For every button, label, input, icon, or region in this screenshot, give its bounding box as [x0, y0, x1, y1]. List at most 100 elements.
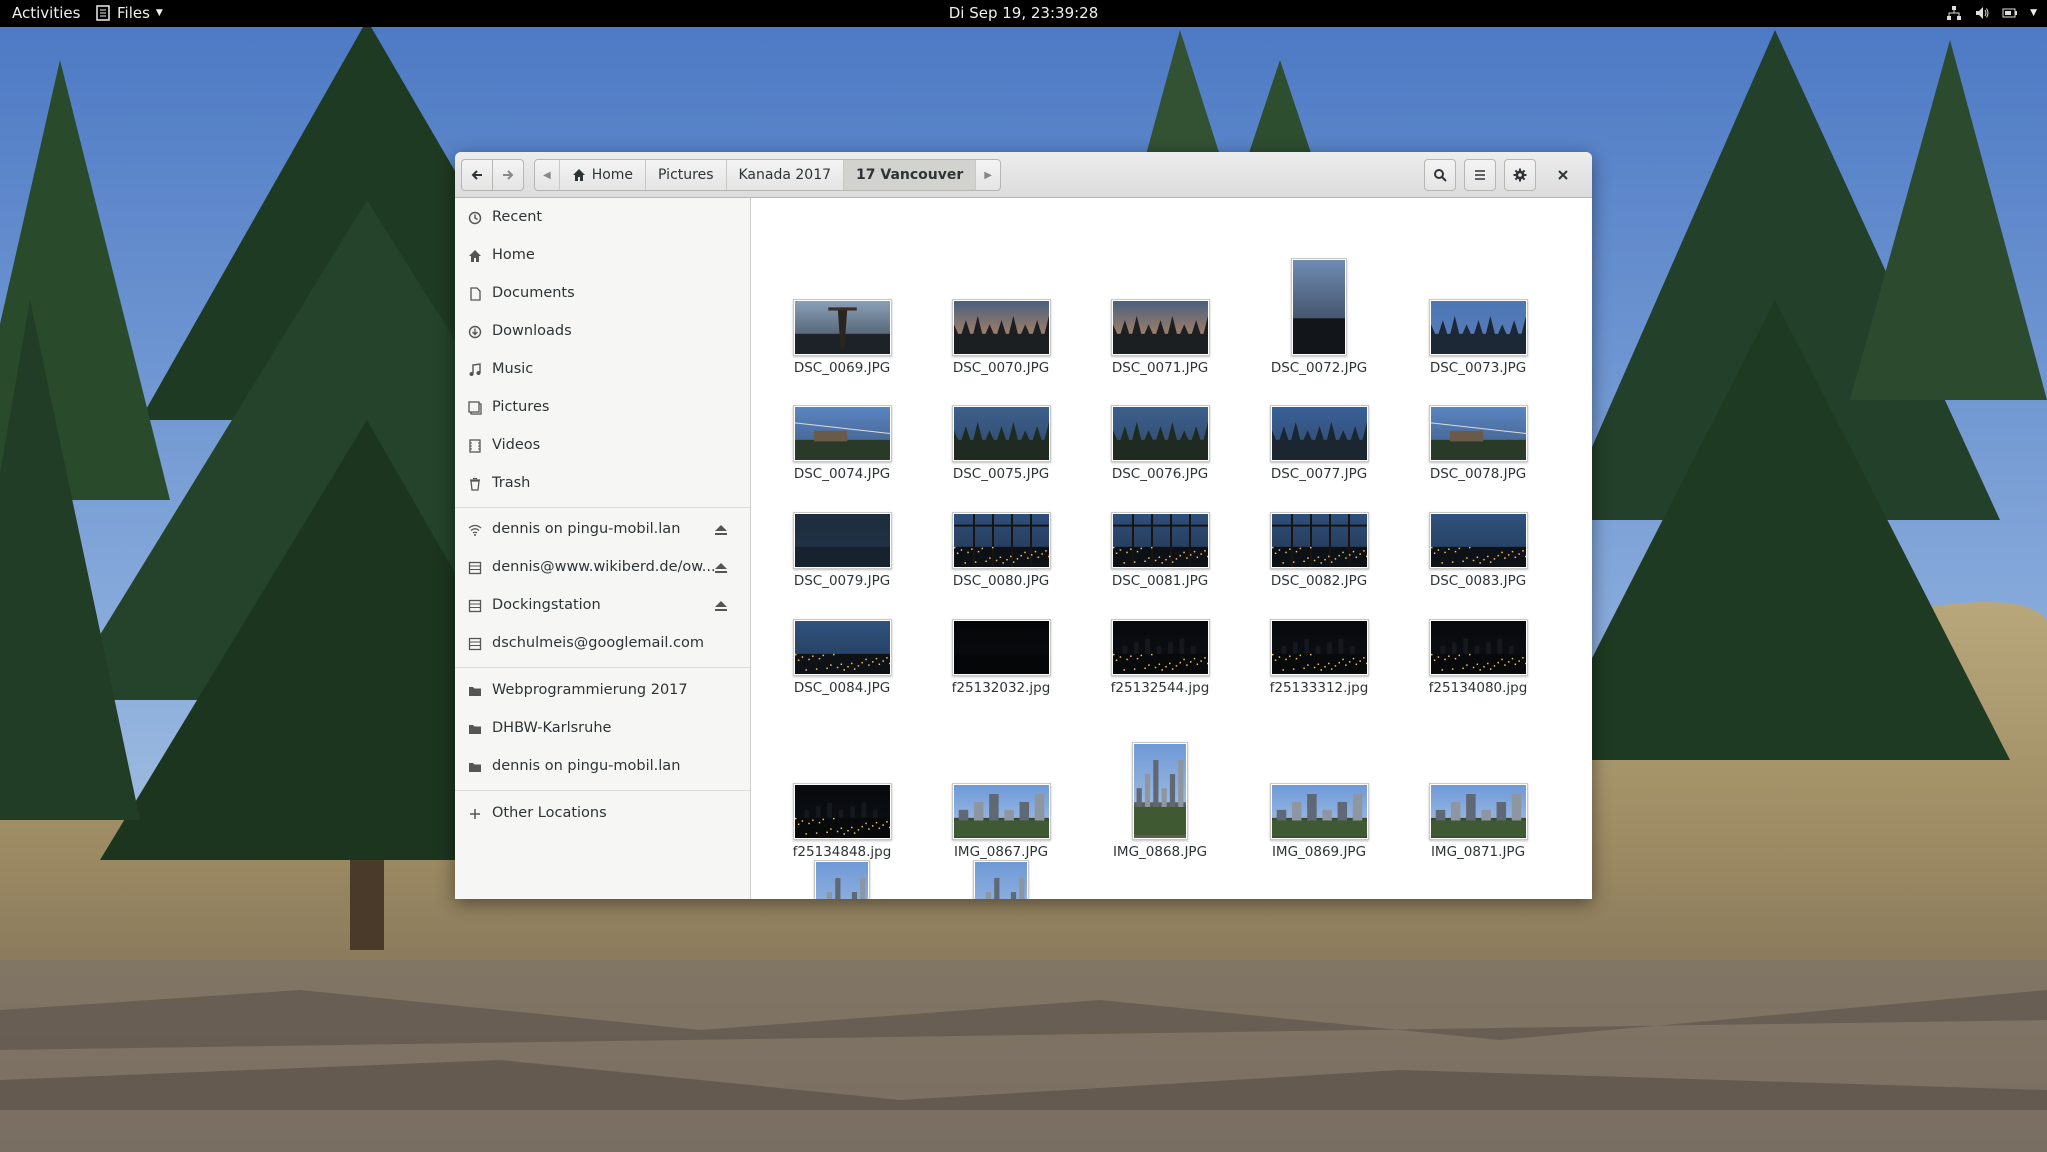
sidebar-item-trash[interactable]: Trash: [455, 467, 750, 501]
file-name: DSC_0082.JPG: [1270, 573, 1368, 589]
file-name: DSC_0069.JPG: [793, 360, 891, 376]
forward-button[interactable]: [492, 159, 524, 191]
activities-button[interactable]: Activities: [12, 4, 80, 22]
sidebar-item-label: Other Locations: [492, 805, 607, 821]
path-segment-label: Kanada 2017: [738, 167, 832, 183]
system-menu-chevron-icon[interactable]: ▼: [2030, 8, 2037, 18]
close-icon: [1558, 170, 1568, 180]
sidebar-item-other-locations[interactable]: Other Locations: [455, 797, 750, 831]
thumbnail-image: [794, 301, 890, 354]
view-options-button[interactable]: [1464, 159, 1496, 191]
sidebar-item-videos[interactable]: Videos: [455, 429, 750, 463]
app-menu[interactable]: Files ▼: [95, 4, 163, 22]
thumbnail-image: [1112, 621, 1208, 674]
clock[interactable]: Di Sep 19, 23:39:28: [949, 4, 1099, 22]
sidebar-item-documents[interactable]: Documents: [455, 277, 750, 311]
path-scroll-right-button[interactable]: ▶: [976, 160, 1000, 190]
path-pictures-button[interactable]: Pictures: [646, 160, 727, 190]
thumbnail-image: [794, 407, 890, 460]
list-view-icon: [1475, 170, 1485, 180]
path-home-button[interactable]: Home: [560, 160, 647, 190]
file-name: DSC_0078.JPG: [1429, 466, 1527, 482]
file-name: DSC_0083.JPG: [1429, 573, 1527, 589]
sidebar-separator: [455, 790, 750, 791]
sidebar-item-label: dennis on pingu-mobil.lan: [492, 758, 681, 774]
file-thumbnail: [1269, 619, 1369, 676]
file-thumbnail: [1428, 405, 1528, 462]
chevron-down-icon: ▼: [155, 8, 163, 18]
file-thumbnail: [951, 783, 1051, 840]
thumbnail-image: [953, 514, 1049, 567]
back-button[interactable]: [461, 159, 493, 191]
file-thumbnail: [1269, 783, 1369, 840]
sidebar-item-label: Recent: [492, 209, 543, 225]
sidebar-item-music[interactable]: Music: [455, 353, 750, 387]
sidebar-separator: [455, 667, 750, 668]
files-app-icon: [96, 5, 110, 21]
file-thumbnail: [1291, 258, 1347, 356]
network-wired-icon[interactable]: [1946, 5, 1962, 21]
eject-icon[interactable]: [714, 523, 728, 537]
system-tray[interactable]: ▼: [1946, 5, 2037, 21]
sidebar-item-label: Downloads: [492, 323, 572, 339]
folder-icon: [469, 763, 481, 772]
sidebar-item-label: Documents: [492, 285, 575, 301]
plus-icon: [470, 809, 480, 819]
sidebar-item-home[interactable]: Home: [455, 239, 750, 273]
file-name: DSC_0073.JPG: [1429, 360, 1527, 376]
files-window: ◀ Home Pictures Kanada 2017 17 Vancouver…: [455, 152, 1592, 899]
sidebar-item-bookmark-webprog[interactable]: Webprogrammierung 2017: [455, 674, 750, 708]
sidebar-item-network-share[interactable]: dennis on pingu-mobil.lan: [455, 513, 750, 547]
header-bar: ◀ Home Pictures Kanada 2017 17 Vancouver…: [455, 152, 1592, 198]
file-thumbnail: [1110, 405, 1210, 462]
sidebar-item-google-account[interactable]: dschulmeis@googlemail.com: [455, 627, 750, 661]
thumbnail-image: [1430, 301, 1526, 354]
eject-icon[interactable]: [714, 599, 728, 613]
sidebar-item-webdav[interactable]: dennis@www.wikiberd.de/ow...: [455, 551, 750, 585]
file-name: f25134080.jpg: [1428, 680, 1528, 696]
thumbnail-image: [1271, 407, 1367, 460]
go-next-icon: [503, 170, 514, 180]
close-button[interactable]: [1552, 164, 1574, 186]
sidebar-item-recent[interactable]: Recent: [455, 201, 750, 235]
app-menu-label: Files: [117, 4, 150, 22]
sidebar-item-pictures[interactable]: Pictures: [455, 391, 750, 425]
sidebar-item-label: Dockingstation: [492, 597, 601, 613]
file-thumbnail: [792, 512, 892, 569]
file-thumbnail: [1132, 742, 1188, 840]
file-thumbnail: [792, 619, 892, 676]
file-name: DSC_0076.JPG: [1111, 466, 1209, 482]
sidebar-item-downloads[interactable]: Downloads: [455, 315, 750, 349]
sidebar-item-label: Trash: [492, 475, 531, 491]
sidebar-item-label: dennis on pingu-mobil.lan: [492, 521, 681, 537]
settings-menu-button[interactable]: [1504, 159, 1536, 191]
file-thumbnail: [1269, 512, 1369, 569]
sidebar-item-bookmark-pingu[interactable]: dennis on pingu-mobil.lan: [455, 750, 750, 784]
sidebar-item-label: Home: [492, 247, 535, 263]
battery-icon[interactable]: [2002, 5, 2018, 21]
file-thumbnail: [814, 860, 870, 899]
path-kanada-button[interactable]: Kanada 2017: [727, 160, 845, 190]
video-icon: [469, 439, 481, 453]
eject-icon[interactable]: [714, 561, 728, 575]
sidebar-item-bookmark-dhbw[interactable]: DHBW-Karlsruhe: [455, 712, 750, 746]
file-thumbnail: [1110, 299, 1210, 356]
file-thumbnail: [1269, 405, 1369, 462]
file-thumbnail: [1110, 512, 1210, 569]
folder-icon: [469, 687, 481, 696]
thumbnail-image: [1112, 301, 1208, 354]
thumbnail-image: [1271, 621, 1367, 674]
file-thumbnail: [951, 299, 1051, 356]
thumbnail-image: [1134, 744, 1186, 838]
thumbnail-image: [1430, 621, 1526, 674]
sidebar-item-dockingstation[interactable]: Dockingstation: [455, 589, 750, 623]
file-thumbnail: [792, 783, 892, 840]
places-sidebar: Recent Home Documents Downloads Music Pi…: [455, 198, 751, 899]
file-thumbnail: [973, 860, 1029, 899]
volume-icon[interactable]: [1974, 5, 1990, 21]
file-thumbnail: [1428, 783, 1528, 840]
path-scroll-left-button[interactable]: ◀: [535, 160, 560, 190]
file-thumbnail: [792, 299, 892, 356]
search-button[interactable]: [1424, 159, 1456, 191]
path-current-button[interactable]: 17 Vancouver: [844, 160, 977, 190]
